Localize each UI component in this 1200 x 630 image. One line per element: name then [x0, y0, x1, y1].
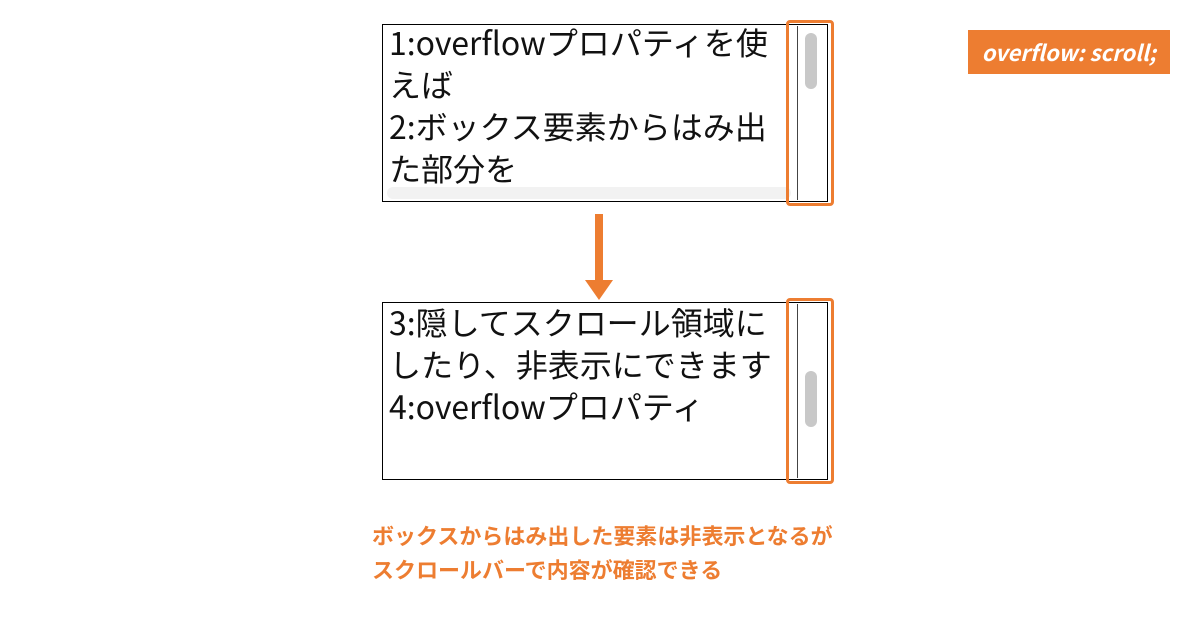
- arrow-down-icon: [595, 214, 603, 284]
- vertical-scrollbar[interactable]: [797, 29, 825, 197]
- caption-text: ボックスからはみ出した要素は非表示となるが スクロールバーで内容が確認できる: [372, 518, 833, 586]
- vertical-scroll-thumb[interactable]: [805, 371, 817, 427]
- scrollbar-divider: [797, 304, 798, 478]
- vertical-scroll-thumb[interactable]: [805, 33, 817, 89]
- example-text-before: 1:overflowプロパティを使えば 2:ボックス要素からはみ出た部分を: [389, 21, 789, 189]
- example-box-after: 3:隠してスクロール領域にしたり、非表示にできます 4:overflowプロパテ…: [382, 302, 828, 480]
- example-box-before: 1:overflowプロパティを使えば 2:ボックス要素からはみ出た部分を: [382, 24, 828, 202]
- vertical-scrollbar[interactable]: [797, 307, 825, 475]
- example-text-after: 3:隠してスクロール領域にしたり、非表示にできます 4:overflowプロパテ…: [389, 301, 789, 427]
- css-property-badge: overflow: scroll;: [968, 30, 1170, 74]
- scrollbar-divider: [797, 26, 798, 200]
- horizontal-scrollbar[interactable]: [387, 187, 791, 199]
